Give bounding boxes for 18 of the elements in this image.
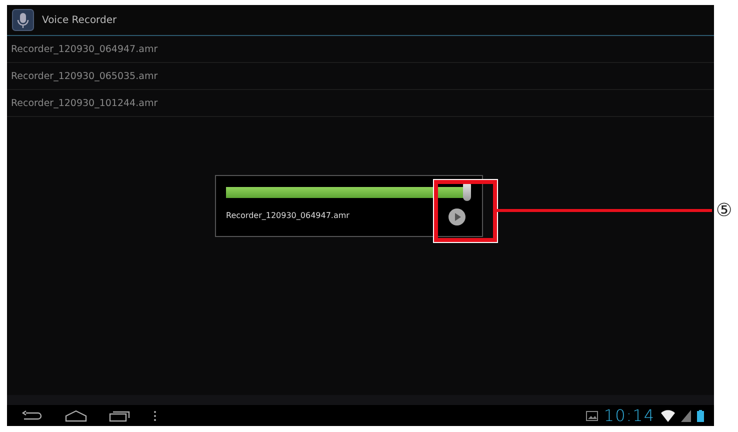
battery-icon bbox=[697, 410, 704, 422]
clock-time: 10:14 bbox=[604, 406, 655, 425]
progress-track[interactable] bbox=[226, 185, 472, 198]
picture-icon bbox=[586, 410, 598, 422]
signal-icon bbox=[681, 410, 691, 422]
microphone-icon bbox=[12, 9, 34, 31]
recording-item[interactable]: Recorder_120930_064947.amr bbox=[7, 36, 714, 63]
menu-icon[interactable] bbox=[153, 410, 157, 422]
home-icon[interactable] bbox=[65, 410, 87, 422]
app-title: Voice Recorder bbox=[42, 14, 117, 26]
back-icon[interactable] bbox=[21, 410, 43, 422]
wifi-icon bbox=[661, 410, 675, 422]
play-icon[interactable] bbox=[448, 208, 466, 226]
recording-item[interactable]: Recorder_120930_065035.amr bbox=[7, 63, 714, 90]
file-name: Recorder_120930_064947.amr bbox=[226, 210, 350, 220]
recording-item[interactable]: Recorder_120930_101244.amr bbox=[7, 90, 714, 117]
recent-apps-icon[interactable] bbox=[109, 410, 131, 422]
highlight-frame bbox=[434, 180, 497, 242]
